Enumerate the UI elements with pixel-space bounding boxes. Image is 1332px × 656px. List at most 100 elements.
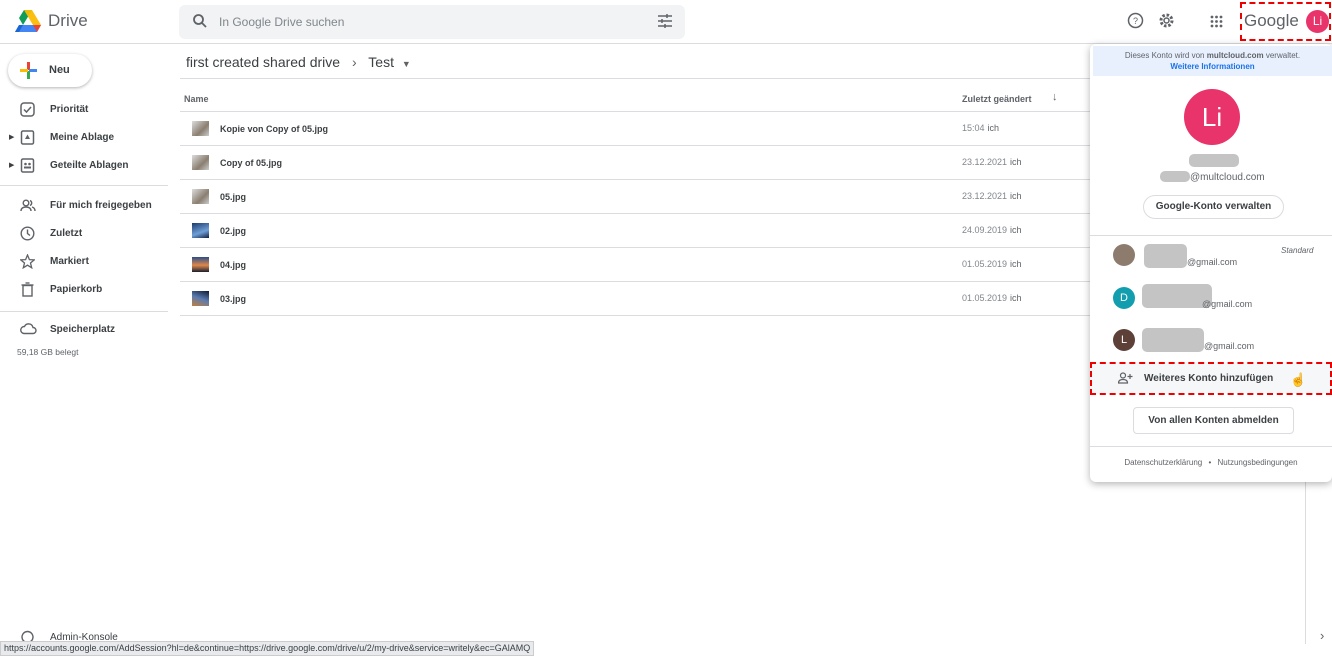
expand-arrow-icon[interactable]: ▶ (9, 161, 14, 169)
top-bar: Drive In Google Drive suchen ? Google Li (0, 0, 1332, 44)
account-email: @gmail.com (1187, 257, 1238, 267)
account-email: @gmail.com (1204, 341, 1255, 351)
shared-drives-icon (20, 158, 35, 173)
redacted-name (1189, 154, 1239, 167)
sidebar-item-trash[interactable]: Papierkorb (0, 276, 168, 304)
account-item[interactable]: D @gmail.com (1090, 282, 1332, 324)
image-thumbnail (192, 223, 209, 238)
chevron-right-icon: › (351, 54, 357, 70)
sidebar-item-recent[interactable]: Zuletzt (0, 220, 168, 248)
settings-gear-icon[interactable] (1158, 12, 1175, 29)
more-info-link[interactable]: Weitere Informationen (1093, 61, 1332, 72)
sort-arrow-icon[interactable]: ↓ (1052, 91, 1058, 103)
highlight-box (1090, 362, 1332, 395)
banner-text: verwaltet. (1265, 51, 1301, 60)
table-row[interactable]: Kopie von Copy of 05.jpg 15:04 ich (180, 112, 1090, 146)
search-options-icon[interactable] (657, 14, 673, 28)
separator: • (1208, 458, 1212, 467)
image-thumbnail (192, 189, 209, 204)
modified-by: ich (1010, 293, 1022, 303)
sidebar-divider (0, 311, 168, 312)
modified-date: 23.12.2021 ich (962, 191, 1022, 201)
modified-date: 01.05.2019 ich (962, 259, 1022, 269)
file-name: Kopie von Copy of 05.jpg (220, 124, 329, 134)
sidebar-divider (0, 185, 168, 186)
table-row[interactable]: 03.jpg 01.05.2019 ich (180, 282, 1090, 316)
date: 01.05.2019 (962, 259, 1008, 269)
file-name: 02.jpg (220, 226, 247, 236)
table-header: Name Zuletzt geändert ↓ (180, 78, 1090, 112)
sidebar-item-label: Zuletzt (50, 228, 83, 239)
sidebar-item-shared-with-me[interactable]: Für mich freigegeben (0, 192, 168, 220)
account-item[interactable]: L @gmail.com (1090, 324, 1332, 366)
sidebar-item-my-drive[interactable]: ▶ Meine Ablage (0, 124, 168, 152)
sidebar-item-label: Geteilte Ablagen (50, 160, 129, 171)
apps-grid-icon[interactable] (1210, 15, 1223, 28)
date: 23.12.2021 (962, 157, 1008, 167)
modified-by: ich (1010, 191, 1022, 201)
date: 24.09.2019 (962, 225, 1008, 235)
account-avatar-photo (1113, 244, 1135, 266)
image-thumbnail (192, 257, 209, 272)
highlight-box (1240, 2, 1331, 41)
storage-used: 59,18 GB belegt (17, 347, 79, 357)
sign-out-all-button[interactable]: Von allen Konten abmelden (1133, 407, 1294, 434)
check-box-icon (20, 102, 35, 117)
image-thumbnail (192, 291, 209, 306)
breadcrumb-current[interactable]: Test (368, 54, 394, 70)
sidebar-item-label: Papierkorb (50, 284, 103, 295)
table-row[interactable]: Copy of 05.jpg 23.12.2021 ich (180, 146, 1090, 180)
account-avatar[interactable]: Li (1184, 89, 1240, 145)
privacy-link[interactable]: Datenschutzerklärung (1124, 458, 1202, 467)
modified-date: 23.12.2021 ich (962, 157, 1022, 167)
modified-date: 24.09.2019 ich (962, 225, 1022, 235)
divider (1090, 235, 1332, 236)
date: 23.12.2021 (962, 191, 1008, 201)
modified-by: ich (987, 123, 1000, 133)
new-button-label: Neu (49, 64, 70, 76)
modified-by: ich (1010, 259, 1022, 269)
modified-by: ich (1010, 157, 1022, 167)
account-menu: Dieses Konto wird von multcloud.com verw… (1090, 44, 1332, 482)
new-button[interactable]: Neu (8, 54, 92, 87)
help-icon[interactable]: ? (1127, 12, 1144, 29)
column-name[interactable]: Name (184, 94, 209, 104)
sidebar-item-priority[interactable]: Priorität (0, 96, 168, 124)
search-bar[interactable]: In Google Drive suchen (179, 5, 685, 39)
account-avatar: L (1113, 329, 1135, 351)
column-modified[interactable]: Zuletzt geändert (962, 94, 1032, 104)
table-row[interactable]: 02.jpg 24.09.2019 ich (180, 214, 1090, 248)
account-avatar: D (1113, 287, 1135, 309)
chevron-right-icon[interactable]: › (1320, 628, 1324, 643)
cloud-icon (20, 323, 37, 335)
plus-icon (20, 62, 37, 79)
default-badge: Standard (1281, 246, 1314, 255)
search-icon[interactable] (192, 13, 208, 29)
manage-account-button[interactable]: Google-Konto verwalten (1143, 195, 1284, 219)
panel-footer: Datenschutzerklärung • Nutzungsbedingung… (1090, 458, 1332, 467)
drive-logo-icon[interactable] (15, 10, 41, 32)
breadcrumb-parent[interactable]: first created shared drive (186, 54, 340, 70)
image-thumbnail (192, 121, 209, 136)
sidebar-item-shared-drives[interactable]: ▶ Geteilte Ablagen (0, 152, 168, 180)
table-row[interactable]: 04.jpg 01.05.2019 ich (180, 248, 1090, 282)
star-icon (20, 254, 35, 269)
account-item[interactable]: @gmail.com Standard (1090, 240, 1332, 282)
image-thumbnail (192, 155, 209, 170)
terms-link[interactable]: Nutzungsbedingungen (1218, 458, 1298, 467)
redacted-name (1142, 328, 1204, 352)
file-table: Name Zuletzt geändert ↓ Kopie von Copy o… (180, 78, 1090, 316)
sidebar-item-starred[interactable]: Markiert (0, 248, 168, 276)
sidebar-item-storage[interactable]: Speicherplatz (0, 316, 168, 344)
breadcrumb: first created shared drive › Test ▼ (186, 54, 411, 70)
file-name: 04.jpg (220, 260, 247, 270)
caret-down-icon[interactable]: ▼ (402, 59, 411, 69)
modified-date: 15:04 ich (962, 123, 999, 133)
date: 01.05.2019 (962, 293, 1008, 303)
svg-text:?: ? (1133, 16, 1138, 26)
clock-icon (20, 226, 35, 241)
file-name: Copy of 05.jpg (220, 158, 283, 168)
table-row[interactable]: 05.jpg 23.12.2021 ich (180, 180, 1090, 214)
expand-arrow-icon[interactable]: ▶ (9, 133, 14, 141)
search-input[interactable]: In Google Drive suchen (219, 15, 344, 29)
